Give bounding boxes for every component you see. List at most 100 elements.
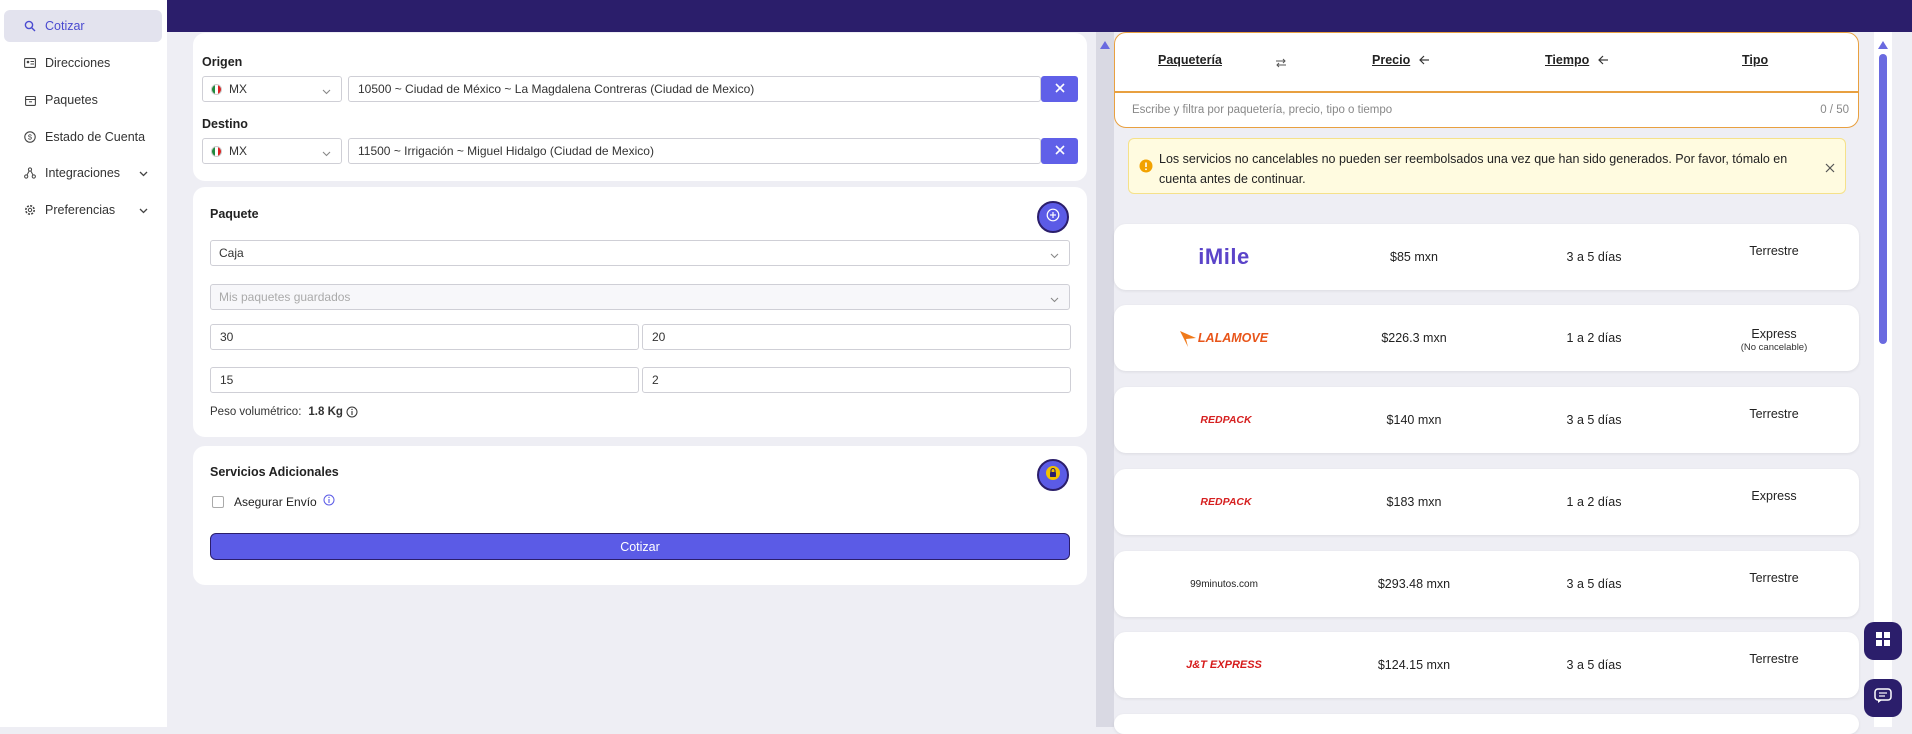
scrollbar-left[interactable] [1096, 32, 1114, 727]
quote-time: 3 a 5 días [1566, 658, 1622, 672]
sidebar-item-cotizar[interactable]: Cotizar [4, 10, 162, 42]
info-icon[interactable] [346, 406, 358, 418]
swap-icon[interactable] [1275, 55, 1287, 73]
warning-text: Los servicios no cancelables no pueden s… [1159, 152, 1788, 186]
svg-text:$: $ [28, 133, 33, 142]
header-carrier-label: Paquetería [1158, 53, 1222, 67]
warning-banner: Los servicios no cancelables no pueden s… [1128, 138, 1846, 194]
header-price-label: Precio [1372, 53, 1411, 67]
address-card: Origen MX 10500 ~ Ciudad de México ~ La … [193, 33, 1087, 181]
sidebar-item-direcciones[interactable]: Direcciones [4, 47, 162, 79]
add-package-button[interactable] [1037, 201, 1069, 233]
package-type-select[interactable]: Caja [210, 240, 1070, 266]
width-input[interactable]: 20 [642, 324, 1071, 350]
chevron-down-icon [322, 84, 331, 98]
scroll-up-arrow[interactable] [1878, 36, 1888, 54]
sidebar-item-label: Direcciones [45, 56, 111, 70]
header-type-label: Tipo [1742, 53, 1769, 67]
header-time[interactable]: Tiempo [1545, 53, 1609, 67]
quote-row[interactable]: REDPACK $183 mxn 1 a 2 días Express [1114, 469, 1859, 535]
close-icon [1054, 142, 1065, 160]
sidebar-item-preferencias[interactable]: Preferencias [4, 194, 162, 226]
filter-placeholder: Escribe y filtra por paquetería, precio,… [1132, 104, 1393, 116]
volumetric-weight-label: Peso volumétrico: [210, 406, 302, 418]
carrier-logo-text: J&T EXPRESS [1186, 659, 1262, 671]
chat-button[interactable] [1864, 679, 1902, 717]
info-icon[interactable] [323, 494, 335, 506]
package-card: Paquete Caja Mis paquetes guardados 30 2… [193, 187, 1087, 437]
chevron-down-icon [322, 146, 331, 160]
sidebar: Cotizar Direcciones Paquetes $ Estado de… [0, 0, 167, 727]
carrier-logo-text: REDPACK [1200, 414, 1252, 426]
mexico-flag-icon [211, 145, 222, 157]
sidebar-item-paquetes[interactable]: Paquetes [4, 84, 162, 116]
header-type[interactable]: Tipo [1742, 53, 1768, 67]
dollar-icon: $ [23, 130, 37, 144]
quote-type: Terrestre [1749, 571, 1799, 585]
header-time-label: Tiempo [1545, 53, 1590, 67]
services-title: Servicios Adicionales [210, 465, 339, 479]
quote-type: Terrestre [1749, 244, 1799, 258]
chevron-down-icon [139, 203, 148, 217]
header-carrier[interactable]: Paquetería [1158, 53, 1222, 67]
services-card: Servicios Adicionales Asegurar Envío Cot… [193, 446, 1087, 585]
sidebar-item-label: Estado de Cuenta [45, 130, 146, 144]
grid-icon [1875, 631, 1891, 652]
origin-address-input[interactable]: 10500 ~ Ciudad de México ~ La Magdalena … [348, 76, 1041, 102]
search-icon [23, 19, 37, 33]
origin-label: Origen [202, 55, 243, 69]
quote-price: $85 mxn [1390, 250, 1438, 264]
origin-country-select[interactable]: MX [202, 76, 342, 102]
quote-row[interactable]: iMile $85 mxn 3 a 5 días Terrestre [1114, 224, 1859, 290]
quote-time: 3 a 5 días [1566, 413, 1622, 427]
saved-packages-placeholder: Mis paquetes guardados [219, 290, 351, 304]
quote-time: 3 a 5 días [1566, 577, 1622, 591]
weight-input[interactable]: 2 [642, 367, 1071, 393]
chevron-down-icon [139, 166, 148, 180]
destination-clear-button[interactable] [1041, 138, 1078, 164]
insure-label: Asegurar Envío [234, 495, 317, 509]
quote-price: $183 mxn [1386, 495, 1442, 509]
filter-input[interactable]: Escribe y filtra por paquetería, precio,… [1114, 92, 1859, 128]
volumetric-weight-value: 1.8 Kg [308, 406, 343, 418]
height-input[interactable]: 15 [210, 367, 639, 393]
sidebar-item-label: Paquetes [45, 93, 98, 107]
carrier-logo-redpack: REDPACK [1154, 387, 1294, 453]
insure-checkbox[interactable] [212, 496, 224, 508]
destination-country-select[interactable]: MX [202, 138, 342, 164]
quote-row[interactable]: LALAMOVE $226.3 mxn 1 a 2 días Express (… [1114, 305, 1859, 371]
header-price[interactable]: Precio [1372, 53, 1430, 67]
quote-row[interactable]: 99minutos.com $293.48 mxn 3 a 5 días Ter… [1114, 551, 1859, 617]
destination-label: Destino [202, 117, 248, 131]
warning-icon [1139, 159, 1153, 178]
sidebar-item-integraciones[interactable]: Integraciones [4, 157, 162, 189]
origin-clear-button[interactable] [1041, 76, 1078, 102]
close-icon[interactable] [1825, 160, 1835, 178]
destination-address-input[interactable]: 11500 ~ Irrigación ~ Miguel Hidalgo (Ciu… [348, 138, 1041, 164]
quote-row[interactable]: REDPACK $140 mxn 3 a 5 días Terrestre [1114, 387, 1859, 453]
quote-type: Terrestre [1749, 652, 1799, 666]
lock-icon [1045, 465, 1061, 486]
origin-country-value: MX [229, 82, 247, 96]
quote-note: (No cancelable) [1740, 342, 1808, 353]
close-icon [1054, 80, 1065, 98]
insurance-lock-button[interactable] [1037, 459, 1069, 491]
package-title: Paquete [210, 207, 259, 221]
quote-button[interactable]: Cotizar [210, 533, 1070, 560]
length-input[interactable]: 30 [210, 324, 639, 350]
saved-packages-select[interactable]: Mis paquetes guardados [210, 284, 1070, 310]
quote-row[interactable] [1114, 714, 1859, 734]
apps-button[interactable] [1864, 622, 1902, 660]
scroll-up-arrow[interactable] [1100, 36, 1110, 54]
quote-row[interactable]: J&T EXPRESS $124.15 mxn 3 a 5 días Terre… [1114, 632, 1859, 698]
sidebar-item-label: Cotizar [45, 19, 85, 33]
carrier-logo-text: LALAMOVE [1197, 331, 1269, 345]
carrier-logo-text: 99minutos.com [1190, 578, 1258, 590]
sidebar-item-label: Preferencias [45, 203, 116, 217]
carrier-logo-imile: iMile [1154, 224, 1294, 290]
quote-price: $293.48 mxn [1377, 577, 1451, 591]
sidebar-item-estado-de-cuenta[interactable]: $ Estado de Cuenta [4, 121, 162, 153]
scroll-thumb[interactable] [1879, 54, 1887, 344]
filter-count: 0 / 50 [1820, 104, 1849, 116]
sidebar-item-label: Integraciones [45, 166, 121, 180]
